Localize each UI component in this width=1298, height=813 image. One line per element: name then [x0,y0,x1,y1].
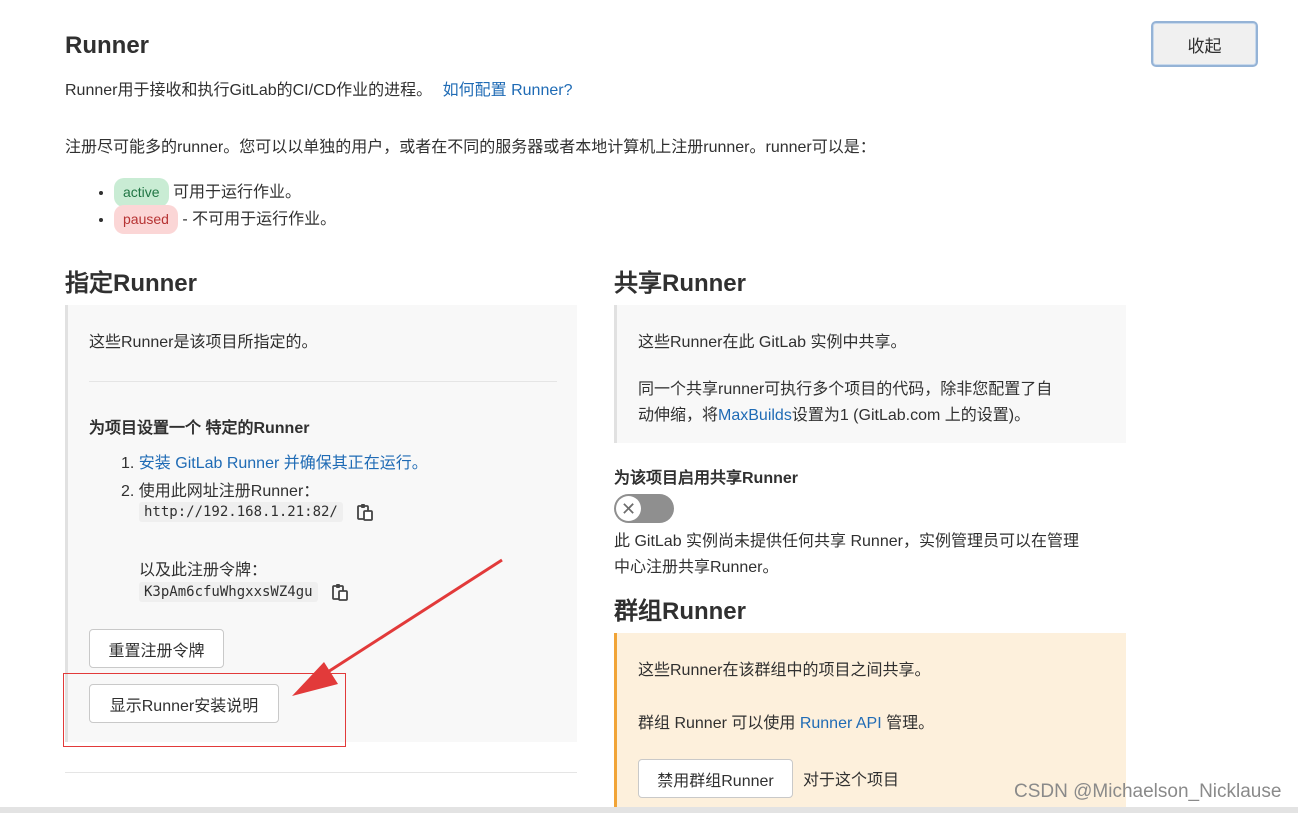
step-2: 2. 使用此网址注册Runner： [121,477,319,501]
disable-group-runner-button[interactable]: 禁用群组Runner [638,759,793,798]
step-number: 2. [121,483,139,500]
shared-note-line2: 中心注册共享Runner。 [614,559,779,576]
group-text2-post: 管理。 [881,715,935,732]
step-2-text: 使用此网址注册Runner： [138,483,320,500]
status-list: active 可用于运行作业。 paused - 不可用于运行作业。 [92,178,337,234]
active-text: 可用于运行作业。 [173,184,302,201]
collapse-button[interactable]: 收起 [1151,21,1258,67]
step-number: 1. [121,455,139,472]
active-badge: active [114,178,169,207]
registration-url[interactable]: http://192.168.1.21:82/ [139,502,343,522]
shared-panel-text-2b: 动伸缩，将MaxBuilds设置为1 (GitLab.com 上的设置)。 [638,401,1030,425]
shared-runner-title: 共享Runner [614,270,746,297]
page-title: Runner [65,32,149,59]
shared-panel-text-2b-post: 设置为1 (GitLab.com 上的设置)。 [791,407,1031,424]
list-item: active 可用于运行作业。 [114,178,336,207]
watermark: CSDN @Michaelson_Nicklause [1014,781,1282,802]
group-api-text: 群组 Runner 可以使用 Runner API 管理。 [638,709,934,733]
horizontal-scrollbar[interactable] [0,807,1298,813]
divider [65,772,577,773]
shared-panel-text: 这些Runner在此 GitLab 实例中共享。 [638,334,907,351]
token-label: 以及此注册令牌： [139,562,268,579]
maxbuilds-link[interactable]: MaxBuilds [718,407,792,424]
step-1: 1. 安装 GitLab Runner 并确保其正在运行。 [121,449,428,473]
register-text: 注册尽可能多的runner。您可以以单独的用户，或者在不同的服务器或者本地计算机… [65,139,876,156]
specific-runner-title: 指定Runner [65,270,197,297]
intro-text: Runner用于接收和执行GitLab的CI/CD作业的进程。 [65,82,433,99]
group-text2-pre: 群组 Runner 可以使用 [638,715,800,732]
annotation-arrow [292,558,503,696]
group-text: 这些Runner在该群组中的项目之间共享。 [638,662,931,679]
paused-text: - 不可用于运行作业。 [182,211,337,228]
url-row: http://192.168.1.21:82/ [139,502,374,522]
intro-line: Runner用于接收和执行GitLab的CI/CD作业的进程。 如何配置 Run… [65,76,572,100]
shared-runner-toggle[interactable]: ✕ [614,494,674,523]
divider [89,381,557,382]
how-to-configure-link[interactable]: 如何配置 Runner? [443,82,573,99]
runner-api-link[interactable]: Runner API [800,715,882,732]
specific-description: 这些Runner是该项目所指定的。 [89,334,318,351]
install-runner-link[interactable]: 安装 GitLab Runner 并确保其正在运行。 [139,455,428,472]
paused-badge: paused [114,205,178,234]
setup-heading: 为项目设置一个 特定的Runner [89,420,310,437]
shared-panel-text-2a: 同一个共享runner可执行多个项目的代码，除非您配置了自 [638,381,1053,398]
group-runner-title: 群组Runner [614,598,746,625]
shared-panel-text-2b-pre: 动伸缩，将 [638,407,719,424]
enable-shared-heading: 为该项目启用共享Runner [614,470,799,487]
disable-suffix: 对于这个项目 [803,772,900,789]
copy-url-icon[interactable] [357,503,374,521]
close-icon: ✕ [616,496,641,521]
list-item: paused - 不可用于运行作业。 [114,205,337,234]
shared-note-line1: 此 GitLab 实例尚未提供任何共享 Runner，实例管理员可以在管理 [614,533,1079,550]
reset-token-button[interactable]: 重置注册令牌 [89,629,224,668]
